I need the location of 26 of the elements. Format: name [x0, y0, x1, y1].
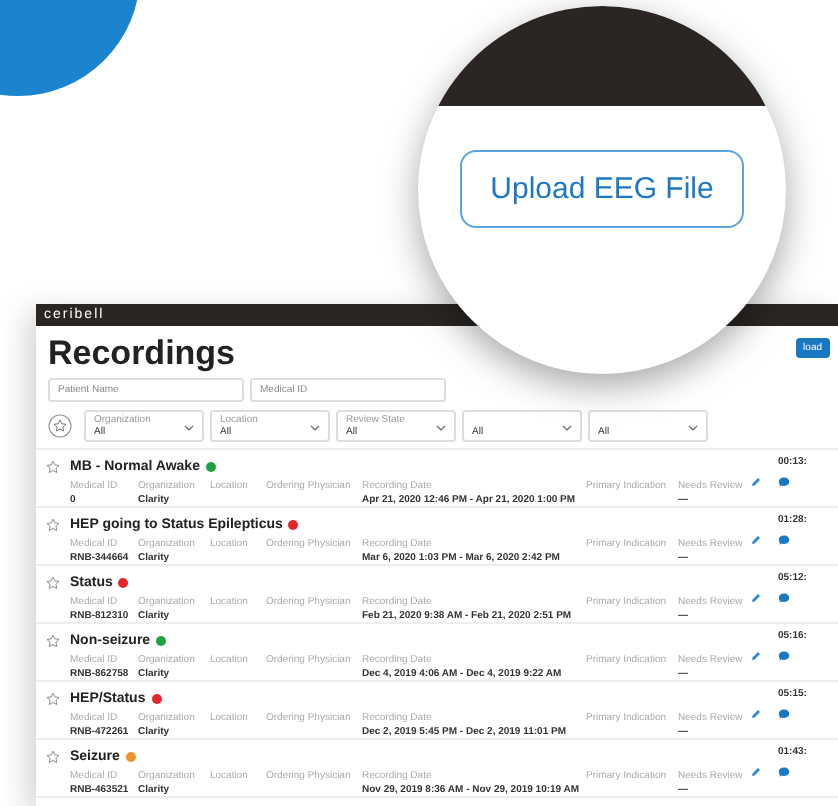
pencil-icon[interactable]: [750, 592, 762, 604]
chat-icon[interactable]: [778, 766, 790, 778]
chat-icon[interactable]: [778, 592, 790, 604]
pencil-icon[interactable]: [750, 476, 762, 488]
chat-icon[interactable]: [778, 476, 790, 488]
chevron-icon: [688, 424, 698, 432]
star-icon[interactable]: [46, 692, 60, 706]
pencil-icon[interactable]: [750, 650, 762, 662]
star-icon[interactable]: [46, 460, 60, 474]
chevron-icon: [436, 424, 446, 432]
star-icon[interactable]: [46, 634, 60, 648]
pencil-icon[interactable]: [750, 708, 762, 720]
pencil-icon[interactable]: [750, 534, 762, 546]
star-icon[interactable]: [46, 518, 60, 532]
chevron-icon: [184, 424, 194, 432]
chat-icon[interactable]: [778, 708, 790, 720]
chevron-icon: [562, 424, 572, 432]
star-icon[interactable]: [46, 750, 60, 764]
chat-icon[interactable]: [778, 650, 790, 662]
page-title: Recordings: [48, 334, 236, 374]
star-icon[interactable]: [46, 576, 60, 590]
chat-icon[interactable]: [778, 534, 790, 546]
upload-button[interactable]: Upload EEG File: [460, 150, 744, 228]
star-icon[interactable]: [48, 414, 72, 438]
chevron-icon: [310, 424, 320, 432]
pencil-icon[interactable]: [750, 766, 762, 778]
